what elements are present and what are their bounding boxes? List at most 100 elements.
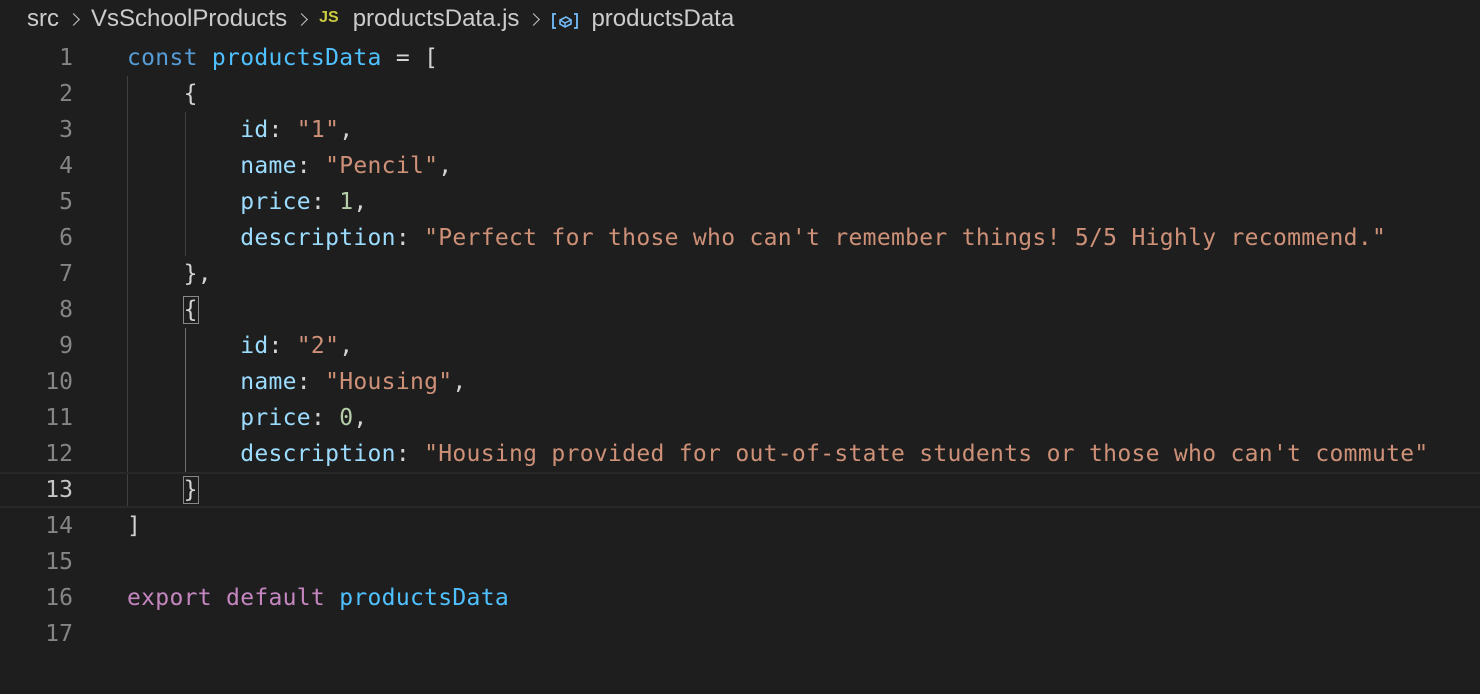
code-token: id	[240, 333, 269, 359]
code-line[interactable]: 17	[0, 616, 1480, 652]
code-token: description	[240, 441, 396, 467]
code-token: "Perfect for those who can't remember th…	[424, 225, 1387, 251]
code-line[interactable]: 15	[0, 544, 1480, 580]
code-line[interactable]: 16 export default productsData	[0, 580, 1480, 616]
chevron-right-icon	[68, 13, 80, 25]
javascript-file-icon: JS	[319, 9, 339, 26]
code-text: },	[127, 256, 212, 292]
code-token: 0	[339, 405, 354, 431]
code-token: :	[395, 441, 425, 467]
code-text: name: "Pencil",	[127, 148, 452, 184]
code-text: price: 0,	[127, 400, 368, 436]
code-token: "Pencil"	[325, 153, 439, 179]
line-number: 13	[45, 477, 73, 503]
code-token: ,	[452, 369, 467, 395]
breadcrumb-item-file[interactable]: productsData.js	[353, 5, 520, 33]
code-text: ]	[127, 508, 141, 544]
line-number: 7	[59, 261, 73, 287]
line-number: 11	[45, 405, 73, 431]
line-number: 1	[59, 45, 73, 71]
code-line[interactable]: 13 }	[0, 472, 1480, 508]
code-token: {	[127, 81, 198, 107]
code-token: "Housing provided for out-of-state stude…	[424, 441, 1429, 467]
code-line[interactable]: 6 description: "Perfect for those who ca…	[0, 220, 1480, 256]
code-text: id: "2",	[127, 328, 353, 364]
code-editor-window: src VsSchoolProducts JS productsData.js …	[0, 0, 1480, 694]
chevron-right-icon	[528, 13, 540, 25]
breadcrumb: src VsSchoolProducts JS productsData.js …	[27, 0, 734, 38]
code-token: "2"	[296, 333, 340, 359]
code-line[interactable]: 1 const productsData = [	[0, 40, 1480, 76]
line-number: 8	[59, 297, 73, 323]
code-token: const	[127, 45, 198, 71]
code-text: const productsData = [	[127, 40, 438, 76]
code-token: 1	[339, 189, 354, 215]
line-number: 2	[59, 81, 73, 107]
code-token: ,	[438, 153, 453, 179]
breadcrumb-item-symbol[interactable]: productsData	[591, 5, 734, 33]
code-token: ]	[127, 513, 142, 539]
code-line[interactable]: 9 id: "2",	[0, 328, 1480, 364]
code-token: },	[127, 261, 212, 287]
code-token: "1"	[296, 117, 340, 143]
editor-text-area[interactable]: 1 const productsData = [2 {3 id: "1", 4 na…	[0, 40, 1480, 694]
code-line[interactable]: 3 id: "1",	[0, 112, 1480, 148]
code-text: description: "Housing provided for out-o…	[127, 436, 1429, 472]
code-token: id	[240, 117, 269, 143]
code-token: ,	[339, 333, 354, 359]
code-line[interactable]: 2 {	[0, 76, 1480, 112]
code-text: name: "Housing",	[127, 364, 467, 400]
code-text: {	[127, 76, 198, 112]
code-token: :	[395, 225, 425, 251]
code-line[interactable]: 5 price: 1,	[0, 184, 1480, 220]
code-token: productsData	[339, 585, 510, 611]
code-line[interactable]: 4 name: "Pencil",	[0, 148, 1480, 184]
code-line[interactable]: 10 name: "Housing",	[0, 364, 1480, 400]
code-token: ,	[353, 189, 368, 215]
line-number: 10	[45, 369, 73, 395]
code-token: :	[268, 117, 297, 143]
code-token: "Housing"	[325, 369, 453, 395]
code-token: :	[296, 369, 326, 395]
code-line[interactable]: 8 {	[0, 292, 1480, 328]
code-token: export	[127, 585, 212, 611]
code-text: {	[127, 292, 199, 328]
line-number: 5	[59, 189, 73, 215]
code-line[interactable]: 7 },	[0, 256, 1480, 292]
line-number: 14	[45, 513, 73, 539]
line-number: 12	[45, 441, 73, 467]
code-token: description	[240, 225, 396, 251]
code-token: :	[310, 405, 340, 431]
chevron-right-icon	[296, 13, 308, 25]
code-line[interactable]: 12 description: "Housing provided for ou…	[0, 436, 1480, 472]
code-token: price	[240, 405, 311, 431]
code-text: }	[127, 472, 199, 508]
breadcrumb-item-folder[interactable]: VsSchoolProducts	[91, 5, 287, 33]
matched-bracket: }	[182, 476, 199, 504]
line-number: 4	[59, 153, 73, 179]
code-token: default	[226, 585, 326, 611]
code-token: :	[310, 189, 340, 215]
code-token: productsData	[211, 45, 382, 71]
line-number: 17	[45, 621, 73, 647]
line-number: 15	[45, 549, 73, 575]
code-text: description: "Perfect for those who can'…	[127, 220, 1386, 256]
code-token: name	[240, 369, 297, 395]
breadcrumb-item-src[interactable]: src	[27, 5, 59, 33]
line-number: 3	[59, 117, 73, 143]
code-token: ,	[353, 405, 368, 431]
code-line[interactable]: 11 price: 0,	[0, 400, 1480, 436]
code-line[interactable]: 14]	[0, 508, 1480, 544]
